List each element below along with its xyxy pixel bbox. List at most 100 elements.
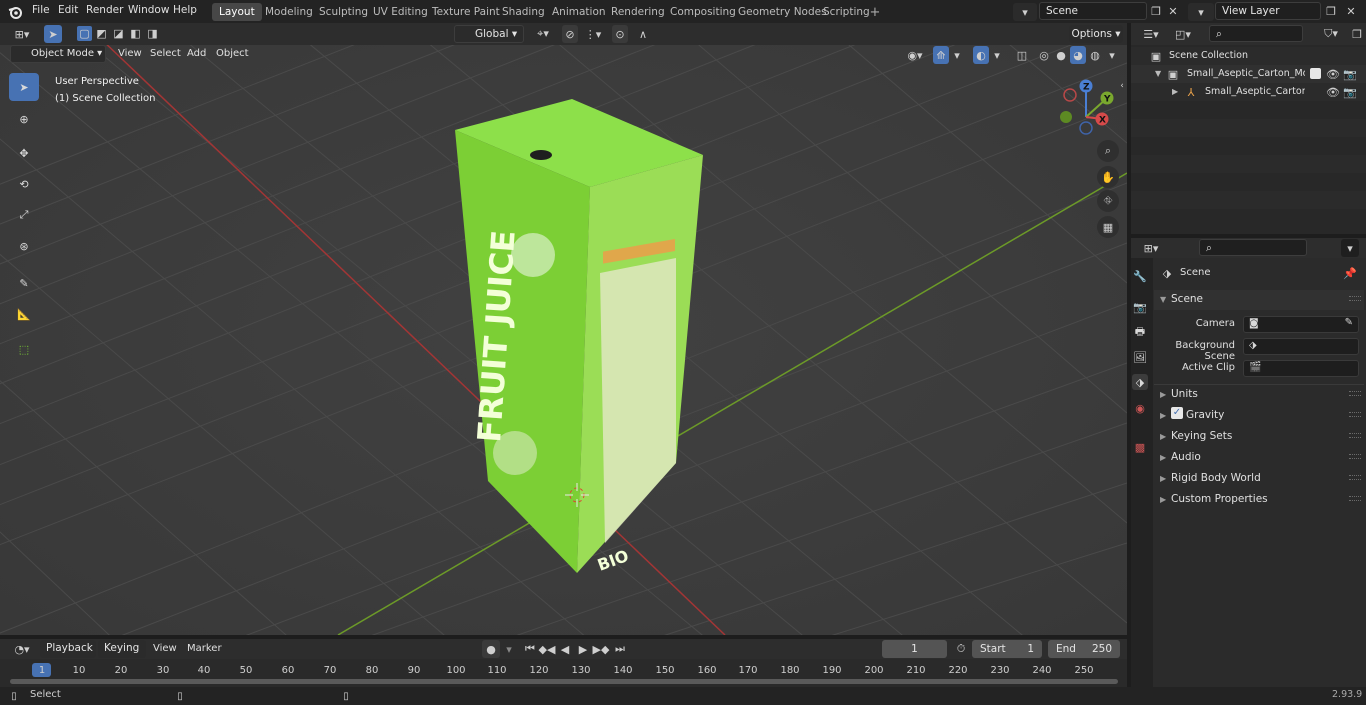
panel-units[interactable]: Units — [1171, 388, 1198, 400]
tab-shading[interactable]: Shading — [495, 3, 552, 21]
transform-orientation-select[interactable]: Global ▾ — [454, 25, 524, 43]
camera-view-icon[interactable]: ⛗ — [1097, 190, 1119, 212]
panel-gravity[interactable]: Gravity — [1186, 409, 1224, 421]
menu-window[interactable]: Window — [128, 4, 169, 16]
options-dropdown[interactable]: Options ▾ — [1069, 25, 1123, 43]
wireframe-shading-icon[interactable]: ◎ — [1036, 46, 1052, 64]
custom-props-drag-handle-icon[interactable] — [1349, 496, 1361, 501]
select-box-mode-icon[interactable]: ▢ — [77, 26, 92, 41]
perspective-toggle-icon[interactable]: ▦ — [1097, 216, 1119, 238]
panel-custom-properties[interactable]: Custom Properties — [1171, 493, 1268, 505]
remove-scene-icon[interactable]: ✕ — [1166, 3, 1180, 19]
section-expand-icon[interactable]: ▼ — [1160, 295, 1166, 304]
jump-start-icon[interactable]: ⏮ — [522, 640, 538, 658]
editor-type-icon[interactable]: ⊞▾ — [8, 25, 36, 43]
gravity-checkbox[interactable]: ✓ — [1171, 407, 1183, 419]
camera-field[interactable]: ◙ ✎ — [1243, 316, 1359, 333]
add-workspace-icon[interactable]: + — [868, 5, 882, 20]
keying-dropdown-icon[interactable]: ▾ — [502, 640, 516, 658]
snap-target-icon[interactable]: ⋮▾ — [580, 25, 606, 43]
world-tab-icon[interactable]: ◉ — [1132, 400, 1148, 416]
panel-audio[interactable]: Audio — [1171, 451, 1201, 463]
rigid-body-drag-handle-icon[interactable] — [1349, 475, 1361, 480]
playback-menu[interactable]: Playback ▾ — [40, 640, 96, 670]
current-frame-field[interactable]: 1 — [882, 640, 947, 658]
active-clip-field[interactable]: 🎬 — [1243, 360, 1359, 377]
measure-tool-icon[interactable]: 📐 — [9, 300, 39, 328]
display-mode-icon[interactable]: ◰▾ — [1169, 25, 1197, 43]
object-visibility-eye-icon[interactable]: 👁 — [1326, 84, 1340, 100]
scene-tab-icon[interactable]: ⬗ — [1132, 374, 1148, 390]
keying-sets-drag-handle-icon[interactable] — [1349, 433, 1361, 438]
start-frame-field[interactable]: Start 1 — [972, 640, 1042, 658]
outliner-scene-collection[interactable]: Scene Collection — [1169, 50, 1248, 61]
viewport-menu-object[interactable]: Object — [216, 48, 249, 59]
pan-hand-icon[interactable]: ✋ — [1097, 166, 1119, 188]
menu-render[interactable]: Render — [86, 4, 123, 16]
visibility-filter-icon[interactable]: ◉▾ — [902, 46, 928, 64]
timeline-menu-view[interactable]: View — [153, 643, 177, 654]
material-shading-icon[interactable]: ◕ — [1070, 46, 1086, 64]
gravity-expand-icon[interactable]: ▶ — [1160, 411, 1166, 420]
falloff-icon[interactable]: ∧ — [630, 25, 656, 43]
scene-selector-icon[interactable]: ▾ — [1013, 3, 1037, 21]
render-tab-icon[interactable]: 📷 — [1132, 299, 1148, 315]
select-subtract-mode-icon[interactable]: ◪ — [111, 26, 126, 41]
expand-object-icon[interactable]: ▶ — [1172, 87, 1178, 96]
object-render-camera-icon[interactable]: 📷 — [1343, 84, 1357, 100]
menu-edit[interactable]: Edit — [58, 4, 78, 16]
add-cube-tool-icon[interactable]: ⬚ — [9, 335, 39, 363]
select-tool-icon[interactable]: ➤ — [44, 25, 62, 43]
keying-menu[interactable]: Keying ▾ — [98, 640, 146, 670]
audio-expand-icon[interactable]: ▶ — [1160, 453, 1166, 462]
tab-layout[interactable]: Layout — [212, 3, 262, 21]
prev-keyframe-icon[interactable]: ◆◀ — [539, 640, 556, 658]
exclude-checkbox[interactable] — [1310, 68, 1321, 79]
select-intersect-mode-icon[interactable]: ◨ — [145, 26, 160, 41]
annotate-tool-icon[interactable]: ✎ — [9, 269, 39, 297]
background-scene-field[interactable]: ⬗ — [1243, 338, 1359, 355]
output-tab-icon[interactable]: 🖶 — [1132, 324, 1148, 340]
rotate-tool-icon[interactable]: ⟲ — [9, 170, 39, 198]
new-view-layer-icon[interactable]: ❐ — [1324, 3, 1338, 19]
gravity-drag-handle-icon[interactable] — [1349, 412, 1361, 417]
tab-rendering[interactable]: Rendering — [604, 3, 672, 21]
transform-tool-icon[interactable]: ⊛ — [9, 232, 39, 260]
gizmo-dropdown-icon[interactable]: ▾ — [950, 46, 964, 64]
audio-drag-handle-icon[interactable] — [1349, 454, 1361, 459]
solid-shading-icon[interactable]: ● — [1053, 46, 1069, 64]
keying-sets-expand-icon[interactable]: ▶ — [1160, 432, 1166, 441]
play-reverse-icon[interactable]: ◀ — [557, 640, 573, 658]
filter-icon[interactable]: ⛉▾ — [1317, 25, 1345, 43]
shading-dropdown-icon[interactable]: ▾ — [1105, 46, 1119, 64]
outliner-item-object[interactable]: Small_Aseptic_Carton_Mc — [1205, 86, 1305, 97]
cursor-tool-icon[interactable]: ⊕ — [9, 105, 39, 133]
outliner-item-collection[interactable]: Small_Aseptic_Carton_Mocku — [1187, 68, 1305, 79]
section-scene-header[interactable]: Scene — [1171, 293, 1203, 305]
pin-icon[interactable]: 📌 — [1343, 265, 1357, 281]
custom-props-expand-icon[interactable]: ▶ — [1160, 495, 1166, 504]
rendered-shading-icon[interactable]: ◍ — [1087, 46, 1103, 64]
new-collection-icon[interactable]: ❐ — [1350, 25, 1364, 43]
view-layer-field[interactable]: View Layer — [1215, 2, 1321, 20]
menu-file[interactable]: File — [32, 4, 50, 16]
gizmo-toggle-icon[interactable]: ⟰ — [933, 46, 949, 64]
rigid-body-expand-icon[interactable]: ▶ — [1160, 474, 1166, 483]
timeline-menu-marker[interactable]: Marker — [187, 643, 222, 654]
panel-rigid-body-world[interactable]: Rigid Body World — [1171, 472, 1261, 484]
viewport-menu-view[interactable]: View — [118, 48, 142, 59]
properties-search-input[interactable]: ⌕ — [1199, 239, 1307, 256]
tool-tab-icon[interactable]: 🔧 — [1132, 268, 1148, 284]
move-tool-icon[interactable]: ✥ — [9, 139, 39, 167]
select-invert-mode-icon[interactable]: ◧ — [128, 26, 143, 41]
remove-view-layer-icon[interactable]: ✕ — [1344, 3, 1358, 19]
preview-range-icon[interactable]: ⏱ — [953, 640, 969, 658]
overlays-dropdown-icon[interactable]: ▾ — [990, 46, 1004, 64]
units-expand-icon[interactable]: ▶ — [1160, 390, 1166, 399]
panel-keying-sets[interactable]: Keying Sets — [1171, 430, 1232, 442]
tab-modeling[interactable]: Modeling — [258, 3, 320, 21]
play-icon[interactable]: ▶ — [575, 640, 591, 658]
select-box-tool-icon[interactable]: ➤ — [9, 73, 39, 101]
zoom-icon[interactable]: ⌕ — [1097, 140, 1119, 162]
overlays-toggle-icon[interactable]: ◐ — [973, 46, 989, 64]
